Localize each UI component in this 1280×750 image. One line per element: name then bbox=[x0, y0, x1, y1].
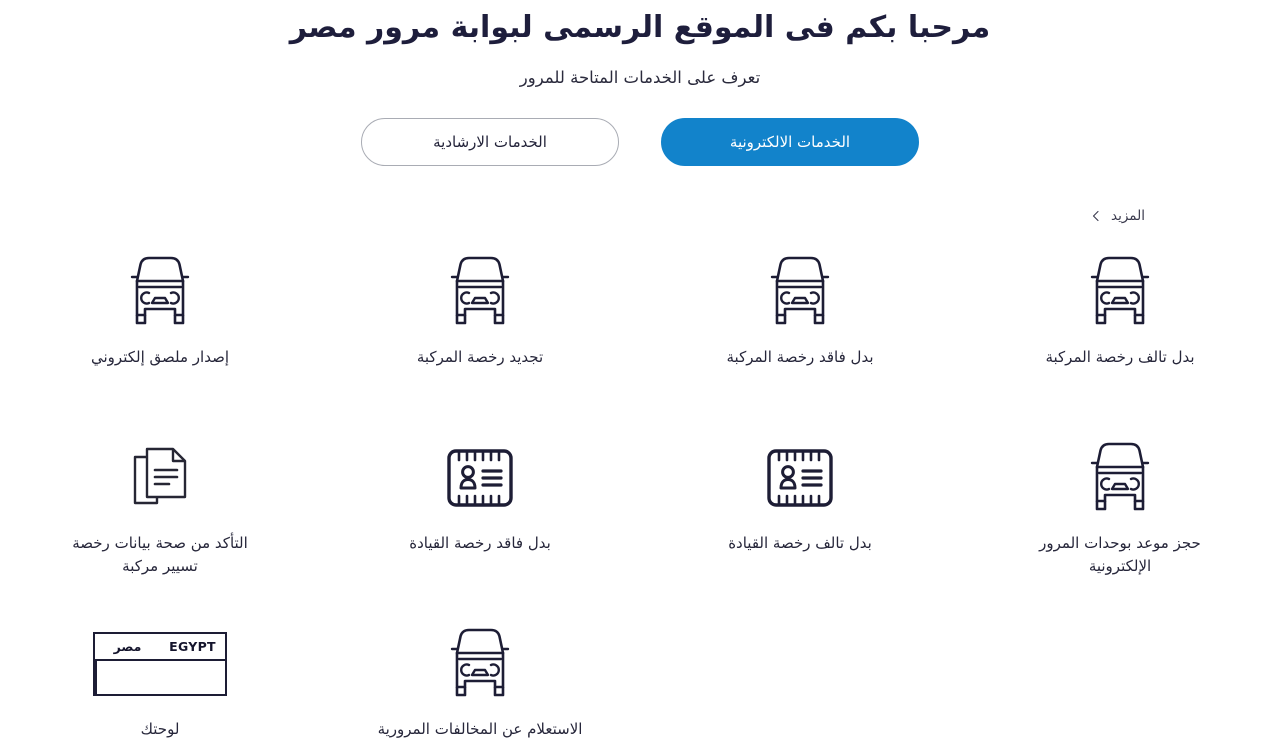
service-card-driving-license-lost[interactable]: بدل فاقد رخصة القيادة bbox=[320, 424, 640, 610]
service-card-verify-vehicle-license[interactable]: التأكد من صحة بيانات رخصة تسيير مركبة bbox=[0, 424, 320, 610]
page-subtitle: تعرف على الخدمات المتاحة للمرور bbox=[519, 67, 761, 87]
license-plate-icon: مصر EGYPT bbox=[93, 622, 227, 706]
plate-country-ar: مصر bbox=[113, 638, 142, 654]
chevron-left-icon bbox=[1090, 210, 1102, 222]
service-label: التأكد من صحة بيانات رخصة تسيير مركبة bbox=[72, 533, 248, 575]
more-row: المزيد bbox=[0, 208, 1280, 224]
service-label: بدل فاقد رخصة القيادة bbox=[409, 533, 551, 552]
plate-top-row: مصر EGYPT bbox=[95, 634, 225, 661]
service-card-electronic-sticker[interactable]: إصدار ملصق إلكتروني bbox=[0, 238, 320, 424]
page-title: مرحبا بكم فى الموقع الرسمى لبوابة مرور م… bbox=[289, 10, 991, 45]
plate-bottom-row bbox=[95, 660, 225, 694]
documents-icon bbox=[129, 436, 191, 520]
service-label: بدل فاقد رخصة المركبة bbox=[726, 347, 874, 366]
tab-guidance-services-label: الخدمات الارشادية bbox=[433, 132, 547, 151]
car-front-icon bbox=[1083, 436, 1157, 520]
service-tabs: الخدمات الالكترونية الخدمات الارشادية bbox=[0, 117, 1280, 166]
id-card-icon bbox=[445, 436, 515, 520]
car-front-icon bbox=[1083, 250, 1157, 334]
service-card-driving-license-damaged[interactable]: بدل تالف رخصة القيادة bbox=[640, 424, 960, 610]
tab-electronic-services[interactable]: الخدمات الالكترونية bbox=[661, 117, 919, 166]
car-front-icon bbox=[123, 250, 197, 334]
car-front-icon bbox=[763, 250, 837, 334]
id-card-icon bbox=[765, 436, 835, 520]
car-front-icon bbox=[443, 250, 517, 334]
plate-country-en: EGYPT bbox=[169, 638, 216, 654]
plate-cell-numbers bbox=[163, 661, 225, 694]
service-card-book-appointment[interactable]: حجز موعد بوحدات المرور الإلكترونية bbox=[960, 424, 1280, 610]
service-label: بدل تالف رخصة القيادة bbox=[728, 533, 872, 552]
tab-electronic-services-label: الخدمات الالكترونية bbox=[729, 132, 851, 151]
service-card-traffic-violations-inquiry[interactable]: الاستعلام عن المخالفات المرورية bbox=[320, 610, 640, 750]
traffic-portal-page: مرحبا بكم فى الموقع الرسمى لبوابة مرور م… bbox=[0, 0, 1280, 750]
more-label: المزيد bbox=[1111, 207, 1145, 224]
tab-guidance-services[interactable]: الخدمات الارشادية bbox=[361, 117, 619, 166]
services-grid: بدل تالف رخصة المركبة بدل فاقد رخصة المر… bbox=[0, 238, 1280, 750]
service-label: تجديد رخصة المركبة bbox=[416, 347, 544, 366]
service-card-empty-2 bbox=[640, 610, 960, 750]
service-label: لوحتك bbox=[140, 719, 180, 738]
service-label: إصدار ملصق إلكتروني bbox=[91, 347, 229, 366]
service-label: الاستعلام عن المخالفات المرورية bbox=[377, 719, 583, 738]
car-front-icon bbox=[443, 622, 517, 706]
service-label: بدل تالف رخصة المركبة bbox=[1045, 347, 1195, 366]
service-label: حجز موعد بوحدات المرور الإلكترونية bbox=[1039, 533, 1201, 575]
service-card-empty-1 bbox=[960, 610, 1280, 750]
service-card-vehicle-license-renewal[interactable]: تجديد رخصة المركبة bbox=[320, 238, 640, 424]
service-card-vehicle-license-damaged[interactable]: بدل تالف رخصة المركبة bbox=[960, 238, 1280, 424]
service-card-your-plate[interactable]: مصر EGYPT لوحتك bbox=[0, 610, 320, 750]
hero-section: مرحبا بكم فى الموقع الرسمى لبوابة مرور م… bbox=[0, 0, 1280, 87]
more-link[interactable]: المزيد bbox=[1090, 208, 1145, 224]
plate-graphic: مصر EGYPT bbox=[93, 631, 227, 696]
service-card-vehicle-license-lost[interactable]: بدل فاقد رخصة المركبة bbox=[640, 238, 960, 424]
plate-cell-letters bbox=[95, 660, 163, 694]
